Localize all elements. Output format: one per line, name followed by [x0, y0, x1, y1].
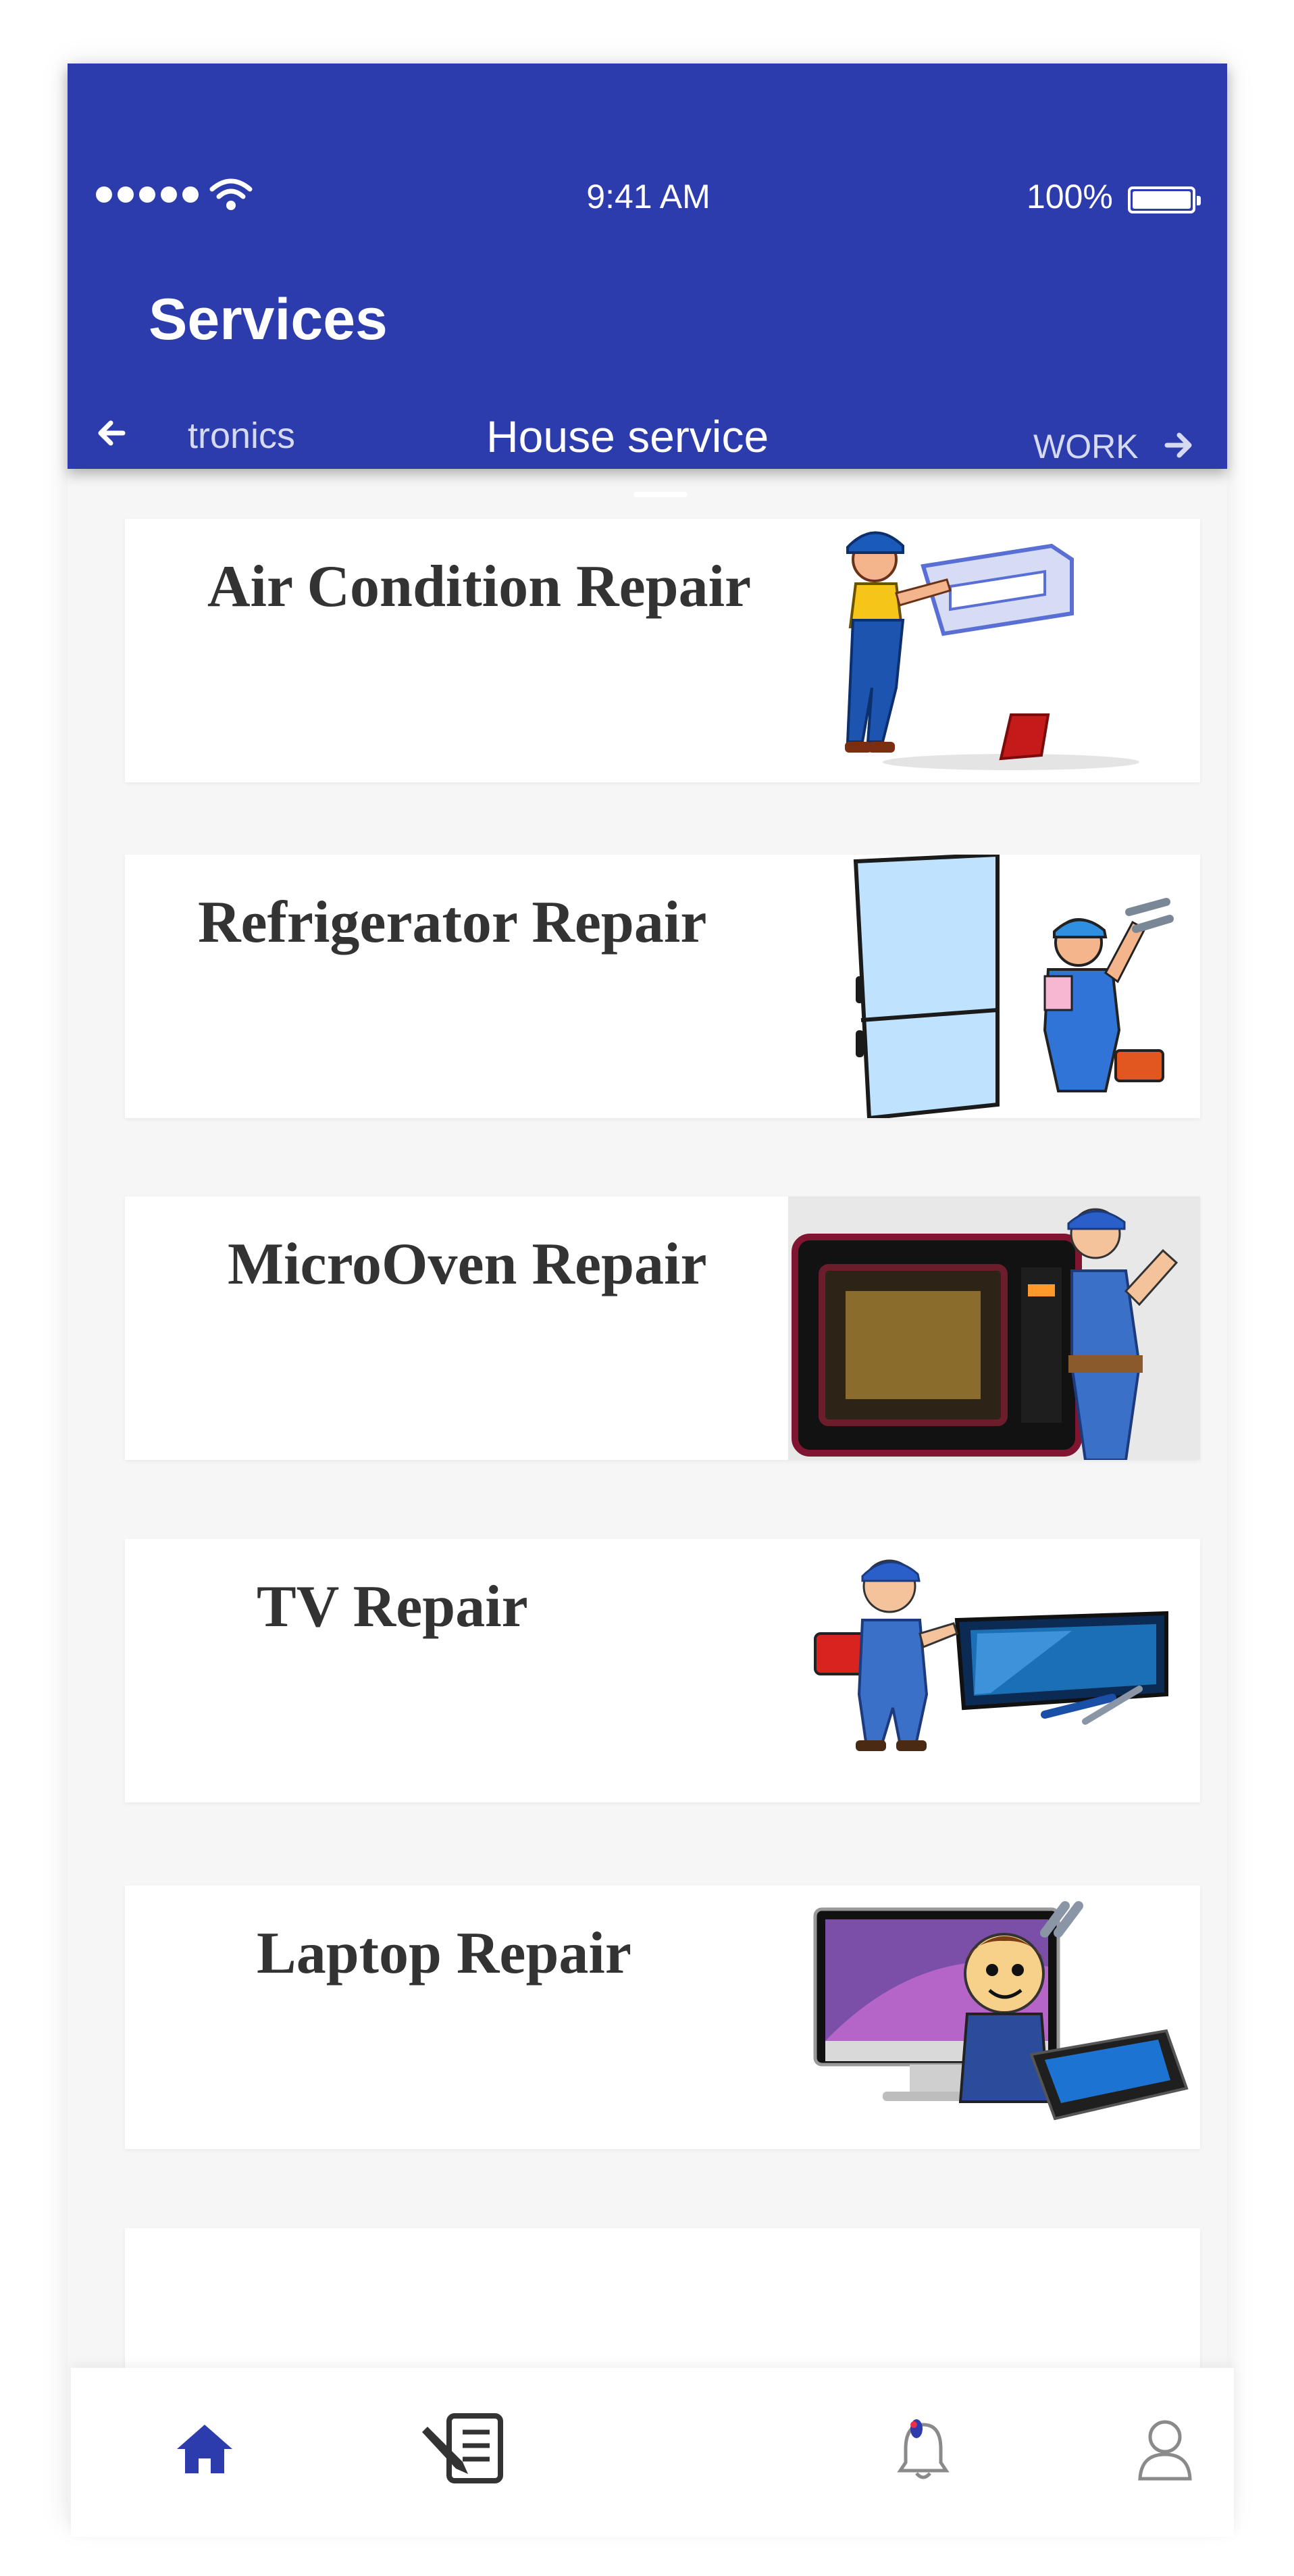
air-conditioner-technician-icon — [845, 531, 1139, 770]
service-card-tv[interactable]: TV Repair — [125, 1539, 1200, 1802]
battery-percentage: 100% — [1027, 178, 1113, 216]
service-card-refrigerator[interactable]: Refrigerator Repair — [125, 855, 1200, 1118]
category-tabs: tronics House service WORK — [68, 401, 1227, 469]
edit-document-icon — [422, 2413, 503, 2483]
arrow-left-icon[interactable] — [95, 416, 128, 450]
nav-notifications[interactable] — [876, 2408, 971, 2490]
bell-icon — [897, 2419, 950, 2479]
service-title: Refrigerator Repair — [198, 890, 707, 955]
service-title: TV Repair — [257, 1574, 528, 1640]
service-card-empty[interactable] — [125, 2228, 1200, 2377]
signal-strength-icon — [96, 186, 199, 203]
wifi-icon — [209, 178, 253, 210]
bottom-navigation — [71, 2368, 1234, 2537]
tab-work[interactable]: WORK — [1033, 427, 1139, 466]
tab-tronics[interactable]: tronics — [188, 415, 295, 457]
nav-edit-document[interactable] — [419, 2408, 513, 2490]
service-card-laptop[interactable]: Laptop Repair — [125, 1886, 1200, 2149]
service-card-microoven[interactable]: MicroOven Repair — [125, 1196, 1200, 1460]
app-header: 9:41 AM 100% Services tronics House serv… — [68, 64, 1227, 469]
arrow-right-icon[interactable] — [1162, 428, 1195, 462]
home-icon — [177, 2425, 232, 2473]
service-title: Air Condition Repair — [207, 554, 752, 620]
battery-icon — [1128, 186, 1201, 213]
nav-profile[interactable] — [1118, 2408, 1212, 2490]
tab-indicator — [633, 492, 688, 497]
status-bar: 9:41 AM 100% — [68, 172, 1227, 226]
tab-house-service[interactable]: House service — [486, 411, 769, 462]
nav-home[interactable] — [157, 2408, 252, 2490]
status-time: 9:41 AM — [586, 178, 710, 216]
refrigerator-technician-icon — [853, 855, 1174, 1118]
laptop-technician-icon — [813, 1901, 1189, 2121]
page-title: Services — [149, 287, 388, 352]
profile-icon — [1138, 2420, 1192, 2481]
service-title: Laptop Repair — [257, 1921, 631, 1986]
service-card-air-condition[interactable]: Air Condition Repair — [125, 519, 1200, 782]
service-title: MicroOven Repair — [228, 1232, 707, 1297]
tv-technician-icon — [814, 1559, 1168, 1751]
microwave-technician-icon — [788, 1196, 1200, 1460]
